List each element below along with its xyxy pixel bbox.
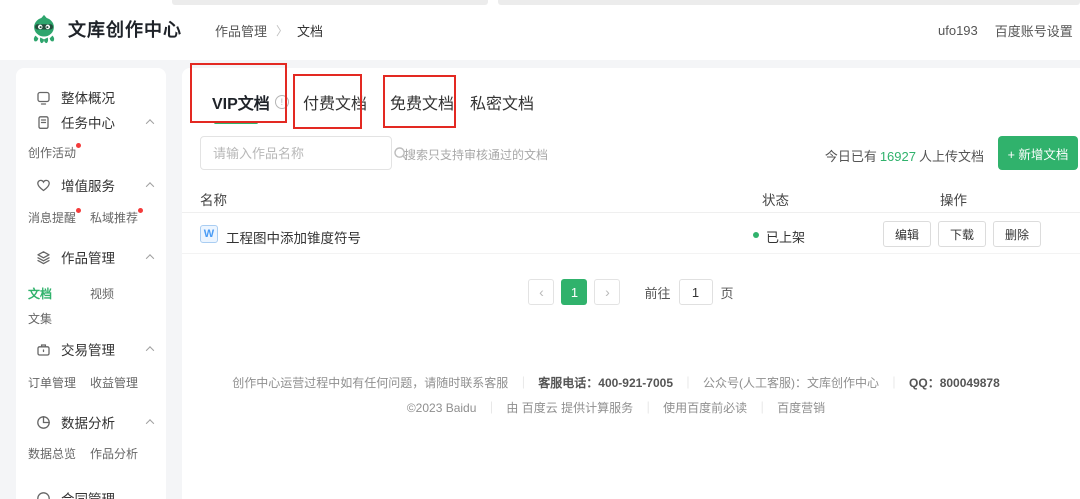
breadcrumb-current: 文档 bbox=[297, 21, 323, 40]
sidebar-item-trade-management[interactable]: 交易管理 bbox=[16, 337, 166, 361]
header-user-links: ufo193 百度账号设置 退出 bbox=[938, 0, 1080, 60]
sidebar-item-private-recommend[interactable]: 私域推荐 bbox=[90, 209, 145, 226]
word-doc-icon: W bbox=[200, 225, 218, 243]
baidu-notice-link[interactable]: 使用百度前必读 bbox=[663, 401, 747, 415]
breadcrumb: 作品管理 〉 文档 bbox=[215, 0, 323, 60]
sidebar-subgroup: 文集 bbox=[16, 306, 166, 330]
search-box bbox=[200, 136, 392, 170]
sidebar-item-task-center[interactable]: 任务中心 bbox=[16, 110, 166, 134]
chevron-up-icon[interactable] bbox=[146, 182, 154, 190]
hotline-text: 客服电话：400-921-7005 bbox=[538, 376, 673, 390]
sidebar-subgroup: 文档 视频 bbox=[16, 281, 166, 305]
sidebar-item-message-reminder[interactable]: 消息提醒 bbox=[28, 209, 83, 226]
sidebar: 整体概况 任务中心 创作活动 增值服务 消息提醒 私域推荐 作品管理 文档 视频… bbox=[16, 68, 166, 499]
footer-support-line: 创作中心运营过程中如有任何问题，请随时联系客服｜客服电话：400-921-700… bbox=[182, 374, 1050, 391]
username-link[interactable]: ufo193 bbox=[938, 23, 978, 38]
sidebar-item-overview[interactable]: 整体概况 bbox=[16, 85, 166, 109]
tab-private-docs[interactable]: 私密文档 bbox=[470, 89, 534, 115]
goto-page-label: 前往 bbox=[644, 283, 670, 302]
sidebar-item-value-added-services[interactable]: 增值服务 bbox=[16, 173, 166, 197]
notification-dot bbox=[76, 208, 81, 213]
heart-icon bbox=[36, 178, 51, 193]
app-header: 文库创作中心 作品管理 〉 文档 ufo193 百度账号设置 退出 bbox=[0, 0, 1080, 60]
sidebar-subgroup: 数据总览 作品分析 bbox=[16, 441, 166, 465]
sidebar-item-collections[interactable]: 文集 bbox=[28, 310, 83, 327]
edit-button[interactable]: 编辑 bbox=[883, 221, 931, 247]
upload-stat-text: 今日已有16927人上传文档 bbox=[825, 146, 984, 165]
briefcase-icon bbox=[36, 342, 51, 357]
sidebar-subgroup: 创作活动 bbox=[16, 140, 166, 164]
status-badge: 已上架 bbox=[766, 227, 805, 246]
search-input[interactable] bbox=[201, 146, 393, 161]
search-hint-text: 搜索只支持审核通过的文档 bbox=[404, 146, 548, 163]
tab-paid-docs[interactable]: 付费文档 bbox=[303, 89, 367, 115]
qq-text: QQ：800049878 bbox=[909, 376, 1000, 390]
sidebar-subgroup: 消息提醒 私域推荐 bbox=[16, 205, 166, 229]
app-logo[interactable]: 文库创作中心 bbox=[28, 13, 182, 45]
goto-page-input[interactable] bbox=[679, 279, 713, 305]
next-page-button[interactable]: › bbox=[594, 279, 620, 305]
sidebar-item-data-analysis[interactable]: 数据分析 bbox=[16, 410, 166, 434]
prev-page-button[interactable]: ‹ bbox=[528, 279, 554, 305]
sidebar-item-documents[interactable]: 文档 bbox=[28, 285, 83, 302]
status-dot-icon bbox=[753, 232, 759, 238]
sidebar-item-contract-management[interactable]: 合同管理 bbox=[16, 486, 166, 499]
tab-vip-docs[interactable]: VIP文档 ! bbox=[212, 89, 289, 115]
task-icon bbox=[36, 115, 51, 130]
pagination: ‹ 1 › 前往 页 bbox=[182, 278, 1080, 306]
notification-dot bbox=[76, 143, 81, 148]
active-tab-underline bbox=[214, 121, 258, 124]
sidebar-item-videos[interactable]: 视频 bbox=[90, 285, 145, 302]
tab-free-docs[interactable]: 免费文档 bbox=[390, 89, 454, 115]
breadcrumb-separator-icon: 〉 bbox=[276, 22, 288, 39]
sidebar-item-order-management[interactable]: 订单管理 bbox=[28, 374, 83, 391]
contract-icon bbox=[36, 491, 51, 499]
chevron-up-icon[interactable] bbox=[146, 119, 154, 127]
main-content-card: VIP文档 ! 付费文档 免费文档 私密文档 搜索只支持审核通过的文档 今日已有… bbox=[182, 68, 1080, 499]
chevron-up-icon[interactable] bbox=[146, 346, 154, 354]
sidebar-item-data-overview[interactable]: 数据总览 bbox=[28, 445, 83, 462]
column-header-name: 名称 bbox=[200, 189, 227, 209]
chevron-up-icon[interactable] bbox=[146, 419, 154, 427]
column-header-actions: 操作 bbox=[940, 189, 967, 209]
sidebar-subgroup: 订单管理 收益管理 bbox=[16, 370, 166, 394]
table-header: 名称 状态 操作 bbox=[182, 183, 1080, 213]
sidebar-item-creation-activity[interactable]: 创作活动 bbox=[28, 144, 83, 161]
upload-count: 16927 bbox=[880, 149, 916, 164]
download-button[interactable]: 下载 bbox=[938, 221, 986, 247]
layers-icon bbox=[36, 250, 51, 265]
sidebar-item-revenue-management[interactable]: 收益管理 bbox=[90, 374, 145, 391]
baidu-marketing-link[interactable]: 百度营销 bbox=[777, 401, 825, 415]
table-row: W 工程图中添加锥度符号 已上架 编辑 下载 删除 bbox=[182, 214, 1080, 254]
octopus-mascot-icon bbox=[28, 13, 60, 45]
notification-dot bbox=[138, 208, 143, 213]
delete-button[interactable]: 删除 bbox=[993, 221, 1041, 247]
pie-chart-icon bbox=[36, 415, 51, 430]
account-settings-link[interactable]: 百度账号设置 bbox=[995, 21, 1073, 40]
chevron-up-icon[interactable] bbox=[146, 254, 154, 262]
new-document-button[interactable]: + 新增文档 bbox=[998, 136, 1078, 170]
column-header-status: 状态 bbox=[762, 189, 789, 209]
sidebar-item-works-analysis[interactable]: 作品分析 bbox=[90, 445, 145, 462]
page-unit-label: 页 bbox=[721, 283, 734, 302]
breadcrumb-parent[interactable]: 作品管理 bbox=[215, 21, 267, 40]
overview-icon bbox=[36, 90, 51, 105]
app-title: 文库创作中心 bbox=[68, 16, 182, 42]
document-title-link[interactable]: 工程图中添加锥度符号 bbox=[226, 227, 361, 247]
sidebar-item-works-management[interactable]: 作品管理 bbox=[16, 245, 166, 269]
current-page-button[interactable]: 1 bbox=[561, 279, 587, 305]
footer-copyright-line: ©2023 Baidu｜由 百度云 提供计算服务｜使用百度前必读｜百度营销 bbox=[182, 399, 1050, 416]
info-icon[interactable]: ! bbox=[275, 95, 289, 109]
